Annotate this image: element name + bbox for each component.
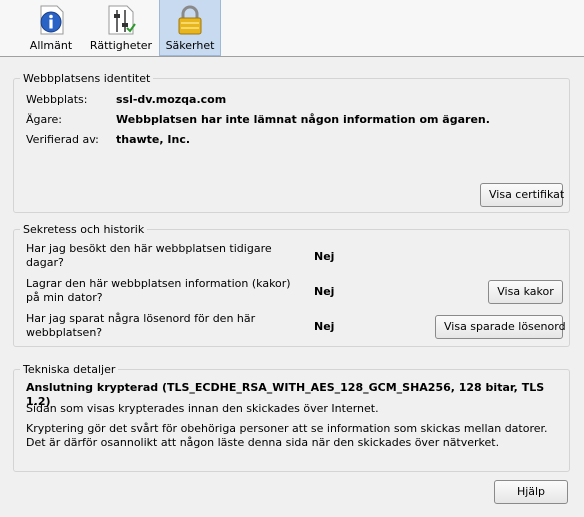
tab-general-label: Allmänt	[29, 39, 73, 52]
permissions-sliders-icon	[108, 5, 136, 35]
website-value: ssl-dv.mozqa.com	[116, 93, 227, 106]
help-button[interactable]: Hjälp	[494, 480, 568, 504]
owner-label: Ägare:	[26, 113, 63, 126]
verified-by-label: Verifierad av:	[26, 133, 99, 146]
tab-security-label: Säkerhet	[165, 39, 215, 52]
encryption-explanation-text: Kryptering gör det svårt för obehöriga p…	[26, 422, 548, 449]
tab-permissions[interactable]: Rättigheter	[86, 0, 156, 56]
page-info-window: Allmänt Rättigheter Säkerhet Webbplatsen…	[0, 0, 584, 517]
visited-question: Har jag besökt den här webbplatsen tidig…	[26, 242, 272, 269]
view-cookies-button[interactable]: Visa kakor	[488, 280, 563, 304]
technical-details-group: Tekniska detaljer Anslutning krypterad (…	[13, 363, 570, 472]
passwords-answer: Nej	[314, 320, 335, 333]
passwords-question: Har jag sparat några lösenord för den hä…	[26, 312, 256, 339]
identity-group: Webbplatsens identitet Webbplats: ssl-dv…	[13, 72, 570, 213]
tab-general[interactable]: Allmänt	[22, 0, 80, 56]
privacy-group-title: Sekretess och historik	[20, 223, 148, 236]
privacy-history-group: Sekretess och historik Har jag besökt de…	[13, 223, 570, 347]
identity-group-title: Webbplatsens identitet	[20, 72, 154, 85]
view-certificate-button[interactable]: Visa certifikat	[480, 183, 564, 207]
visited-answer: Nej	[314, 250, 335, 263]
tech-group-title: Tekniska detaljer	[20, 363, 119, 376]
verified-by-value: thawte, Inc.	[116, 133, 191, 146]
padlock-icon	[178, 5, 202, 35]
encryption-summary-text: Sidan som visas krypterades innan den sk…	[26, 402, 379, 415]
website-label: Webbplats:	[26, 93, 88, 106]
owner-value: Webbplatsen har inte lämnat någon inform…	[116, 113, 490, 126]
info-icon	[40, 5, 64, 35]
cookies-question: Lagrar den här webbplatsen information (…	[26, 277, 291, 304]
tab-security[interactable]: Säkerhet	[159, 0, 221, 56]
tab-toolbar: Allmänt Rättigheter Säkerhet	[0, 0, 584, 57]
view-saved-passwords-button[interactable]: Visa sparade lösenord	[435, 315, 566, 339]
cookies-answer: Nej	[314, 285, 335, 298]
tab-permissions-label: Rättigheter	[89, 39, 153, 52]
